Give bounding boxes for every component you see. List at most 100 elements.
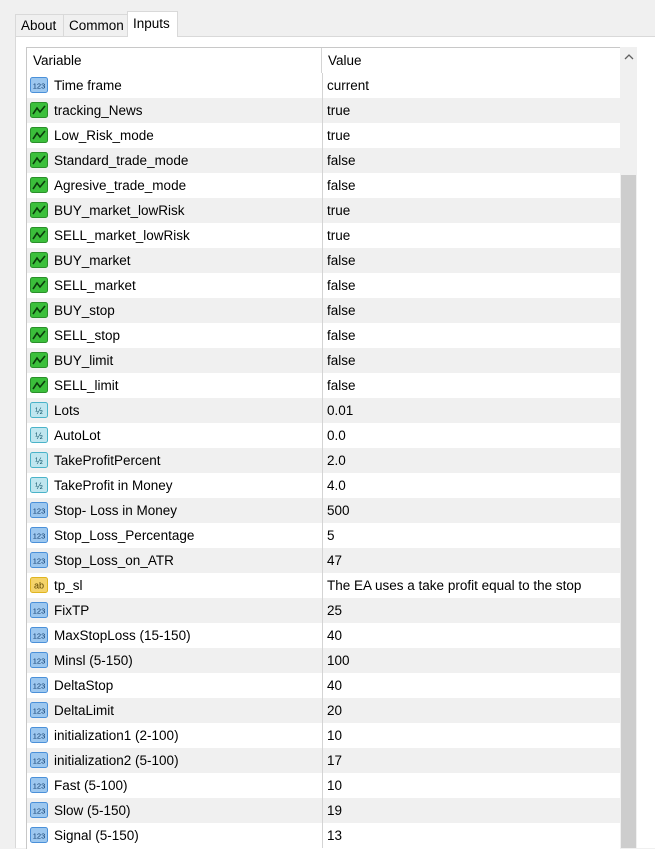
variable-cell[interactable]: BUY_limit [27, 348, 323, 373]
value-cell[interactable]: 4.0 [323, 473, 620, 498]
table-row[interactable]: 123 FixTP 25 [27, 598, 620, 623]
vertical-scrollbar[interactable] [620, 47, 637, 848]
tab-common[interactable]: Common [63, 14, 128, 36]
variable-cell[interactable]: 123 Slow (5-150) [27, 798, 323, 823]
table-row[interactable]: 123 Slow (5-150) 19 [27, 798, 620, 823]
variable-cell[interactable]: 123 FixTP [27, 598, 323, 623]
value-cell[interactable]: 40 [323, 623, 620, 648]
table-row[interactable]: SELL_stop false [27, 323, 620, 348]
value-cell[interactable]: 20 [323, 698, 620, 723]
variable-cell[interactable]: BUY_market [27, 248, 323, 273]
table-row[interactable]: SELL_market false [27, 273, 620, 298]
variable-cell[interactable]: 123 initialization1 (2-100) [27, 723, 323, 748]
scroll-up-button[interactable] [620, 47, 637, 69]
table-row[interactable]: Low_Risk_mode true [27, 123, 620, 148]
table-row[interactable]: BUY_stop false [27, 298, 620, 323]
variable-cell[interactable]: 123 Fast (5-100) [27, 773, 323, 798]
value-cell[interactable]: 17 [323, 748, 620, 773]
value-cell[interactable]: false [323, 148, 620, 173]
table-row[interactable]: 123 DeltaStop 40 [27, 673, 620, 698]
value-cell[interactable]: 100 [323, 648, 620, 673]
variable-cell[interactable]: ½ TakeProfit in Money [27, 473, 323, 498]
variable-cell[interactable]: SELL_market_lowRisk [27, 223, 323, 248]
scroll-thumb[interactable] [621, 175, 636, 848]
table-row[interactable]: 123 Signal (5-150) 13 [27, 823, 620, 848]
table-row[interactable]: BUY_market false [27, 248, 620, 273]
table-row[interactable]: 123 initialization1 (2-100) 10 [27, 723, 620, 748]
column-header-value[interactable]: Value [323, 48, 620, 73]
variable-cell[interactable]: ½ TakeProfitPercent [27, 448, 323, 473]
value-cell[interactable]: false [323, 373, 620, 398]
table-row[interactable]: Agresive_trade_mode false [27, 173, 620, 198]
variable-cell[interactable]: 123 Stop_Loss_Percentage [27, 523, 323, 548]
table-row[interactable]: 123 MaxStopLoss (15-150) 40 [27, 623, 620, 648]
variable-cell[interactable]: Standard_trade_mode [27, 148, 323, 173]
table-row[interactable]: Standard_trade_mode false [27, 148, 620, 173]
value-cell[interactable]: false [323, 348, 620, 373]
value-cell[interactable]: true [323, 98, 620, 123]
variable-cell[interactable]: BUY_stop [27, 298, 323, 323]
value-cell[interactable]: false [323, 273, 620, 298]
variable-cell[interactable]: tracking_News [27, 98, 323, 123]
value-cell[interactable]: The EA uses a take profit equal to the s… [323, 573, 620, 598]
value-cell[interactable]: 0.0 [323, 423, 620, 448]
value-cell[interactable]: true [323, 223, 620, 248]
value-cell[interactable]: 500 [323, 498, 620, 523]
value-cell[interactable]: false [323, 298, 620, 323]
variable-cell[interactable]: SELL_market [27, 273, 323, 298]
variable-cell[interactable]: 123 Minsl (5-150) [27, 648, 323, 673]
table-row[interactable]: 123 Time frame current [27, 73, 620, 98]
variable-cell[interactable]: 123 Stop_Loss_on_ATR [27, 548, 323, 573]
variable-cell[interactable]: ab tp_sl [27, 573, 323, 598]
value-cell[interactable]: false [323, 248, 620, 273]
table-row[interactable]: 123 Fast (5-100) 10 [27, 773, 620, 798]
table-row[interactable]: 123 Minsl (5-150) 100 [27, 648, 620, 673]
value-cell[interactable]: 47 [323, 548, 620, 573]
table-row[interactable]: 123 Stop_Loss_Percentage 5 [27, 523, 620, 548]
variable-cell[interactable]: Low_Risk_mode [27, 123, 323, 148]
table-row[interactable]: BUY_market_lowRisk true [27, 198, 620, 223]
value-cell[interactable]: 0.01 [323, 398, 620, 423]
table-row[interactable]: ab tp_sl The EA uses a take profit equal t… [27, 573, 620, 598]
table-row[interactable]: tracking_News true [27, 98, 620, 123]
table-row[interactable]: ½ AutoLot 0.0 [27, 423, 620, 448]
value-cell[interactable]: 5 [323, 523, 620, 548]
value-cell[interactable]: true [323, 198, 620, 223]
value-cell[interactable]: false [323, 173, 620, 198]
tab-about[interactable]: About [15, 14, 64, 36]
variable-cell[interactable]: Agresive_trade_mode [27, 173, 323, 198]
variable-cell[interactable]: ½ Lots [27, 398, 323, 423]
column-header-variable[interactable]: Variable [27, 48, 322, 73]
value-cell[interactable]: 13 [323, 823, 620, 848]
variable-cell[interactable]: 123 Stop- Loss in Money [27, 498, 323, 523]
variable-cell[interactable]: BUY_market_lowRisk [27, 198, 323, 223]
value-cell[interactable]: 19 [323, 798, 620, 823]
tab-inputs[interactable]: Inputs [127, 11, 178, 37]
table-row[interactable]: ½ TakeProfit in Money 4.0 [27, 473, 620, 498]
variable-cell[interactable]: SELL_limit [27, 373, 323, 398]
value-cell[interactable]: false [323, 323, 620, 348]
value-cell[interactable]: 40 [323, 673, 620, 698]
variable-cell[interactable]: ½ AutoLot [27, 423, 323, 448]
table-row[interactable]: BUY_limit false [27, 348, 620, 373]
table-row[interactable]: ½ Lots 0.01 [27, 398, 620, 423]
table-row[interactable]: 123 DeltaLimit 20 [27, 698, 620, 723]
table-row[interactable]: ½ TakeProfitPercent 2.0 [27, 448, 620, 473]
table-row[interactable]: 123 initialization2 (5-100) 17 [27, 748, 620, 773]
variable-cell[interactable]: 123 DeltaStop [27, 673, 323, 698]
variable-cell[interactable]: SELL_stop [27, 323, 323, 348]
value-cell[interactable]: 10 [323, 773, 620, 798]
value-cell[interactable]: 2.0 [323, 448, 620, 473]
variable-cell[interactable]: 123 initialization2 (5-100) [27, 748, 323, 773]
value-cell[interactable]: true [323, 123, 620, 148]
table-row[interactable]: SELL_limit false [27, 373, 620, 398]
variable-cell[interactable]: 123 Signal (5-150) [27, 823, 323, 848]
value-cell[interactable]: 10 [323, 723, 620, 748]
variable-cell[interactable]: 123 MaxStopLoss (15-150) [27, 623, 323, 648]
table-row[interactable]: SELL_market_lowRisk true [27, 223, 620, 248]
variable-cell[interactable]: 123 DeltaLimit [27, 698, 323, 723]
scroll-track[interactable] [620, 69, 637, 848]
value-cell[interactable]: 25 [323, 598, 620, 623]
table-row[interactable]: 123 Stop- Loss in Money 500 [27, 498, 620, 523]
table-row[interactable]: 123 Stop_Loss_on_ATR 47 [27, 548, 620, 573]
